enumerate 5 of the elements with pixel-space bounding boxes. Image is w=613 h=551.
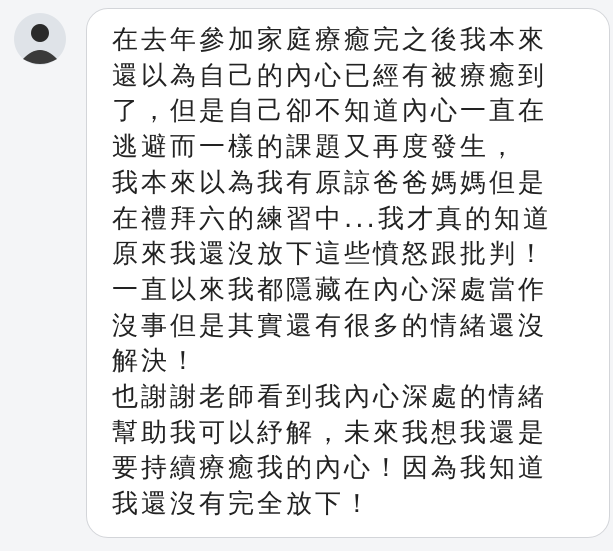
message-paragraph: 一直以來我都隱藏在內心深處當作沒事但是其實還有很多的情緒還沒解決！ — [112, 274, 548, 378]
message-paragraph: 在去年參加家庭療癒完之後我本來還以為自己的內心已經有被療癒到了，但是自己卻不知道內心一直在逃避而一樣的課題又再度發生， — [112, 24, 548, 164]
message-paragraph: 也謝謝老師看到我內心深處的情緒幫助我可以紓解，未來我想我還是要持續療癒我的內心！因為我知道我還沒有完全放下！ — [112, 381, 548, 522]
avatar — [14, 13, 66, 65]
message-paragraph: 我本來以為我有原諒爸爸媽媽但是在禮拜六的練習中...我才真的知道原來我還沒放下這些憤怒跟批判！ — [112, 166, 553, 272]
